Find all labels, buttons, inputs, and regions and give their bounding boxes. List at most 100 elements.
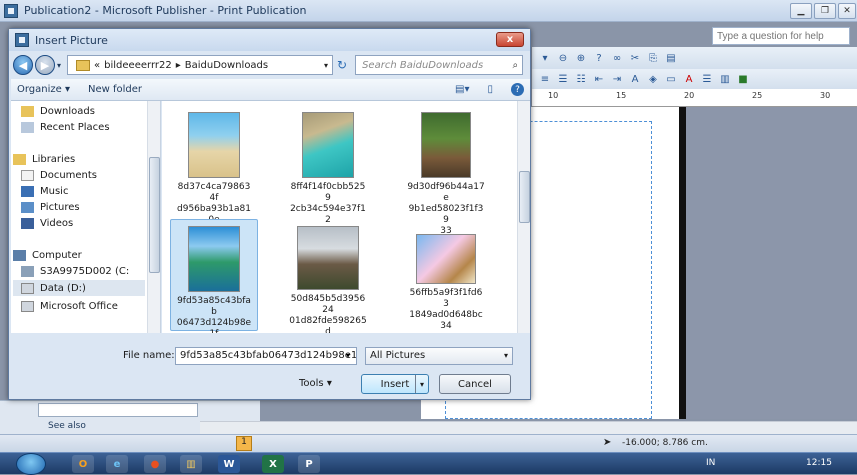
pointer-icon: ➤ — [603, 437, 612, 448]
maximize-button[interactable]: ❐ — [814, 3, 836, 19]
font-color-icon[interactable]: A — [682, 72, 696, 86]
search-input[interactable]: Search BaiduDownloads ⌕ — [355, 55, 524, 75]
file-tile[interactable]: 8ff4f14f0cbb5259 2cb34c594e37f12 c — [284, 105, 372, 236]
nav-drive-d[interactable]: Data (D:) — [13, 280, 145, 296]
breadcrumb-item[interactable]: BaiduDownloads — [185, 60, 268, 71]
zoom-out-icon[interactable]: ⊖ — [556, 51, 570, 65]
cancel-button[interactable]: Cancel — [439, 374, 511, 394]
dialog-close-button[interactable]: x — [496, 32, 524, 47]
libraries-icon — [13, 153, 26, 165]
preview-pane-icon[interactable]: ▯ — [487, 84, 493, 95]
file-name: 9fd53a85c43bfab — [177, 296, 251, 317]
nav-scrollbar[interactable] — [147, 101, 160, 333]
forward-button[interactable]: ▶ — [35, 55, 55, 75]
file-name: 01d82fde598265d — [289, 316, 367, 333]
file-list-scrollbar[interactable] — [517, 101, 530, 333]
drive-icon — [21, 282, 34, 294]
tools-menu[interactable]: Tools ▾ — [299, 378, 332, 389]
nav-pictures[interactable]: Pictures — [21, 199, 80, 215]
page-navigator[interactable]: 1 — [236, 436, 252, 451]
nav-label: Music — [40, 185, 69, 197]
cut-icon[interactable]: ✂ — [628, 51, 642, 65]
nav-drive-c[interactable]: S3A9975D002 (C: — [21, 263, 129, 279]
shadow-icon[interactable]: ■ — [736, 72, 750, 86]
new-folder-button[interactable]: New folder — [88, 84, 142, 95]
dialog-app-icon — [15, 33, 29, 47]
history-dropdown-icon[interactable]: ▾ — [57, 61, 61, 70]
excel-icon[interactable]: X — [262, 455, 284, 473]
publisher-taskbar-icon[interactable]: P — [298, 455, 320, 473]
word-icon[interactable]: W — [218, 455, 240, 473]
bullets-icon[interactable]: ☷ — [574, 72, 588, 86]
documents-icon — [21, 169, 34, 181]
address-dropdown-icon[interactable]: ▾ — [324, 61, 328, 70]
file-tile[interactable]: 9fd53a85c43bfab 06473d124b98e1f 75 — [170, 219, 258, 333]
horizontal-scrollbar[interactable] — [200, 421, 857, 434]
line-color-icon[interactable]: ▭ — [664, 72, 678, 86]
file-type-select[interactable]: All Pictures ▾ — [365, 347, 513, 365]
font-size-icon[interactable]: A — [628, 72, 642, 86]
task-pane-box[interactable] — [38, 403, 198, 417]
tools-label: Tools — [299, 378, 324, 389]
app-title-bar: Publication2 - Microsoft Publisher - Pri… — [0, 0, 857, 22]
dialog-title: Insert Picture — [35, 33, 108, 47]
nav-computer[interactable]: Computer — [13, 247, 82, 263]
outlook-icon[interactable]: O — [72, 455, 94, 473]
file-name-input[interactable]: 9fd53a85c43bfab06473d124b98e1f — [175, 347, 357, 365]
file-list-scroll-thumb[interactable] — [519, 171, 530, 223]
nav-office-drive[interactable]: Microsoft Office — [21, 298, 118, 314]
folder-icon — [76, 59, 91, 71]
see-also-link[interactable]: See also — [48, 421, 86, 431]
nav-recent-places[interactable]: Recent Places — [21, 119, 110, 135]
search-icon[interactable]: ⌕ — [512, 60, 518, 71]
file-tile[interactable]: 56ffb5a9f3f1fd63 1849ad0d648bc34 e — [402, 219, 490, 333]
link-icon[interactable]: ∞ — [610, 51, 624, 65]
file-tile[interactable]: 9d30df96b44a17e 9b1ed58023f1f39 33 — [402, 105, 490, 236]
nav-label: Downloads — [40, 105, 95, 117]
address-bar[interactable]: « bildeeeerrr22 ▸ BaiduDownloads ▾ — [67, 55, 334, 75]
back-button[interactable]: ◀ — [13, 55, 33, 75]
paste-icon[interactable]: ▤ — [664, 51, 678, 65]
views-icon[interactable]: ▤▾ — [455, 84, 469, 95]
align-icon[interactable]: ≡ — [538, 72, 552, 86]
dash-style-icon[interactable]: ▥ — [718, 72, 732, 86]
minimize-button[interactable]: ▁ — [790, 3, 812, 19]
help-icon[interactable]: ? — [592, 51, 606, 65]
file-name: 06473d124b98e1f — [176, 318, 252, 333]
nav-libraries[interactable]: Libraries — [13, 151, 75, 167]
explorer-icon[interactable]: ▥ — [180, 455, 202, 473]
clock[interactable]: 12:15 — [806, 458, 832, 468]
line-style-icon[interactable]: ☰ — [700, 72, 714, 86]
nav-documents[interactable]: Documents — [21, 167, 97, 183]
organize-button[interactable]: Organize ▾ — [17, 84, 70, 95]
file-tile[interactable]: 8d37c4ca798634f d956ba93b1a810e c9 — [170, 105, 258, 236]
help-search-input[interactable] — [712, 27, 850, 45]
help-icon[interactable]: ? — [511, 83, 524, 96]
increase-indent-icon[interactable]: ⇥ — [610, 72, 624, 86]
insert-button[interactable]: Insert ▾ — [361, 374, 429, 394]
breadcrumb-item[interactable]: bildeeeerrr22 — [104, 60, 172, 71]
zoom-in-icon[interactable]: ⊕ — [574, 51, 588, 65]
numbering-icon[interactable]: ☰ — [556, 72, 570, 86]
fill-color-icon[interactable]: ◈ — [646, 72, 660, 86]
nav-videos[interactable]: Videos — [21, 215, 73, 231]
language-indicator[interactable]: IN — [706, 458, 715, 468]
file-tile[interactable]: 50d845b5d395624 01d82fde598265d 5b — [284, 219, 372, 333]
file-name-dropdown-icon[interactable]: ▾ — [346, 351, 350, 360]
ie-icon[interactable]: e — [106, 455, 128, 473]
nav-label: Microsoft Office — [40, 300, 118, 312]
firefox-icon[interactable]: ● — [144, 455, 166, 473]
close-app-button[interactable]: ✕ — [838, 3, 856, 19]
nav-scroll-thumb[interactable] — [149, 157, 160, 273]
nav-label: Documents — [40, 169, 98, 181]
address-row: ◀ ▶ ▾ « bildeeeerrr22 ▸ BaiduDownloads ▾… — [13, 53, 528, 77]
refresh-icon[interactable]: ↻ — [337, 58, 347, 72]
zoom-dropdown-icon[interactable]: ▾ — [538, 51, 552, 65]
decrease-indent-icon[interactable]: ⇤ — [592, 72, 606, 86]
insert-dropdown-icon[interactable]: ▾ — [415, 375, 428, 393]
nav-downloads[interactable]: Downloads — [21, 103, 95, 119]
start-button[interactable] — [16, 453, 46, 475]
nav-music[interactable]: Music — [21, 183, 68, 199]
copy-icon[interactable]: ⎘ — [646, 51, 660, 65]
file-name: 56ffb5a9f3f1fd63 — [409, 288, 483, 309]
